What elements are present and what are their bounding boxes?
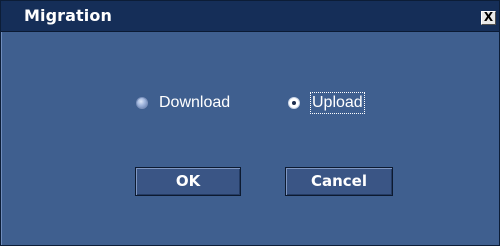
cancel-button[interactable]: Cancel: [285, 167, 393, 196]
migration-dialog: Migration X Download Upload OK Cancel: [0, 0, 500, 246]
upload-label: Upload: [310, 92, 365, 114]
title-bar[interactable]: Migration X: [1, 1, 499, 32]
download-radio-button[interactable]: [136, 97, 148, 109]
dialog-title: Migration: [24, 6, 112, 25]
ok-button[interactable]: OK: [135, 167, 241, 196]
upload-radio-button[interactable]: [288, 97, 300, 109]
selected-dot-icon: [292, 101, 296, 105]
download-label: Download: [159, 94, 231, 111]
close-icon: X: [483, 10, 494, 24]
upload-radio-option[interactable]: Upload: [288, 92, 365, 114]
download-radio-option[interactable]: Download: [136, 93, 230, 113]
close-button[interactable]: X: [481, 11, 496, 25]
